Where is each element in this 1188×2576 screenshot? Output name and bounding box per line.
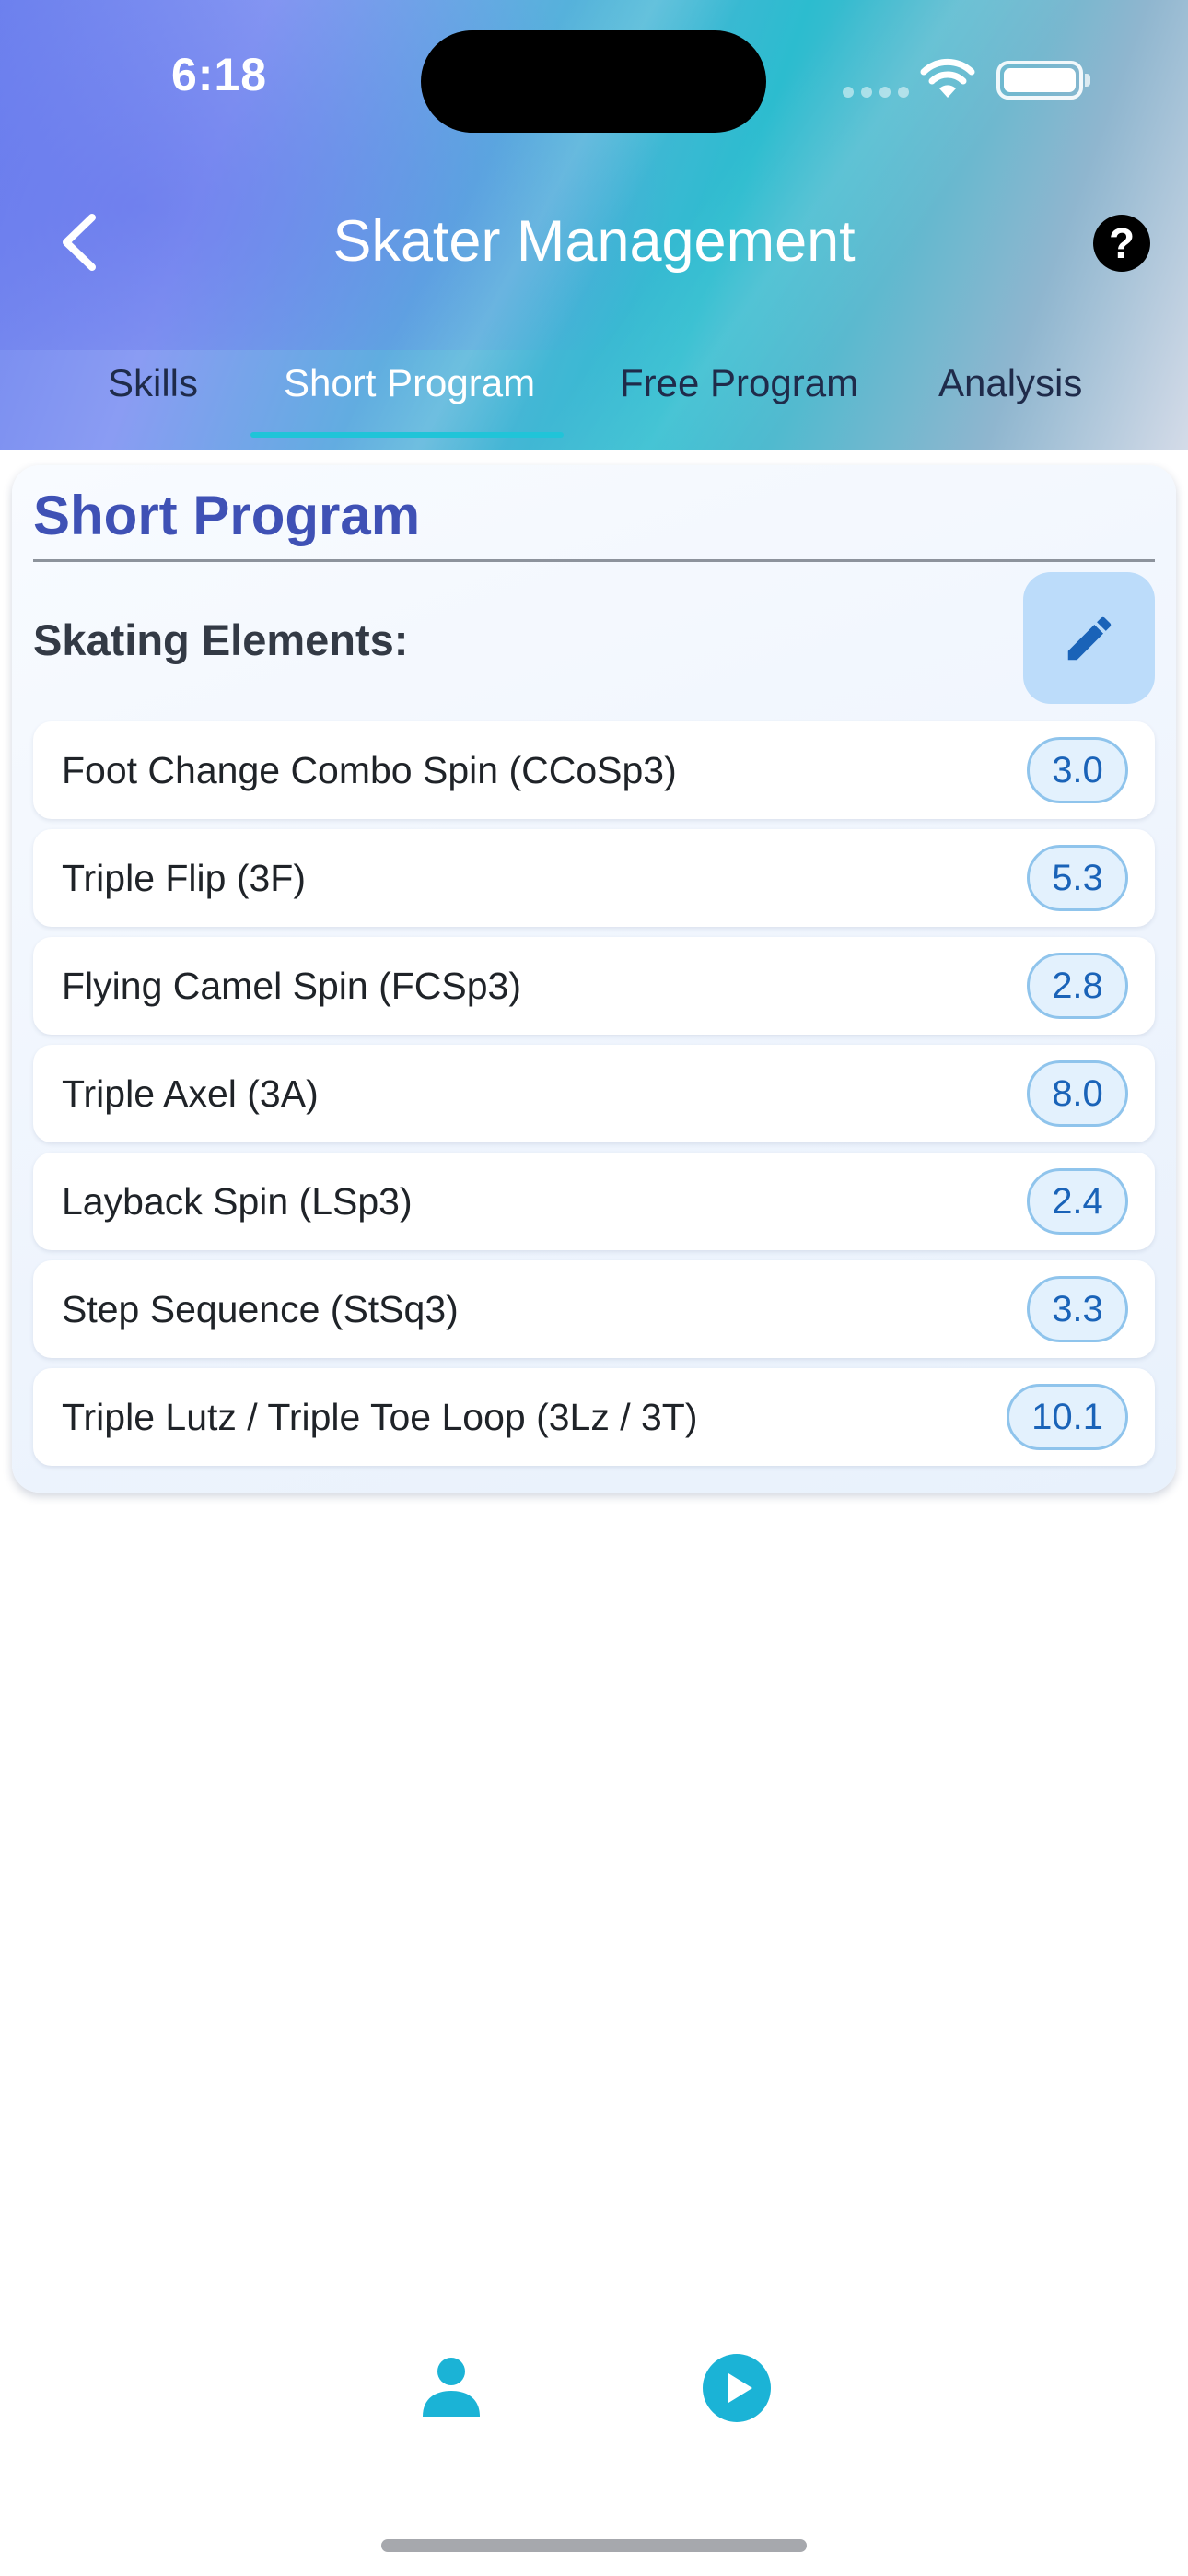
element-name: Layback Spin (LSp3) (62, 1180, 413, 1223)
header: 6:18 Skater Management ? Skills Short Pr… (0, 0, 1188, 450)
element-name: Foot Change Combo Spin (CCoSp3) (62, 749, 677, 791)
tab-skills[interactable]: Skills (108, 361, 198, 405)
element-name: Triple Flip (3F) (62, 857, 306, 899)
list-item[interactable]: Flying Camel Spin (FCSp3) 2.8 (33, 937, 1155, 1035)
element-name: Triple Axel (3A) (62, 1072, 319, 1115)
battery-icon (996, 61, 1090, 100)
tab-free-program[interactable]: Free Program (620, 361, 858, 405)
home-indicator (381, 2539, 807, 2552)
score-badge: 5.3 (1027, 845, 1128, 911)
edit-button[interactable] (1023, 572, 1155, 704)
element-name: Step Sequence (StSq3) (62, 1288, 459, 1330)
help-icon[interactable]: ? (1093, 215, 1150, 272)
card-title: Short Program (33, 485, 421, 546)
section-label: Skating Elements: (33, 615, 409, 664)
wifi-icon (920, 58, 975, 98)
dynamic-island (421, 30, 766, 133)
play-circle-icon[interactable] (702, 2353, 772, 2423)
list-item[interactable]: Triple Flip (3F) 5.3 (33, 829, 1155, 927)
cellular-signal-icon (843, 87, 909, 98)
list-item[interactable]: Layback Spin (LSp3) 2.4 (33, 1153, 1155, 1250)
list-item[interactable]: Foot Change Combo Spin (CCoSp3) 3.0 (33, 721, 1155, 819)
pencil-icon (1067, 616, 1111, 660)
list-item[interactable]: Step Sequence (StSq3) 3.3 (33, 1260, 1155, 1358)
list-item[interactable]: Triple Axel (3A) 8.0 (33, 1045, 1155, 1142)
tab-active-indicator (250, 432, 564, 438)
score-badge: 2.8 (1027, 953, 1128, 1019)
tab-analysis[interactable]: Analysis (938, 361, 1082, 405)
score-badge: 2.4 (1027, 1168, 1128, 1235)
tab-short-program[interactable]: Short Program (284, 361, 535, 405)
screen: 6:18 Skater Management ? Skills Short Pr… (0, 0, 1188, 2576)
score-badge: 8.0 (1027, 1060, 1128, 1127)
element-name: Flying Camel Spin (FCSp3) (62, 965, 521, 1007)
tab-bar: Skills Short Program Free Program Analys… (0, 350, 1188, 450)
score-badge: 3.3 (1027, 1276, 1128, 1342)
page-title: Skater Management (332, 209, 856, 274)
status-time: 6:18 (171, 49, 268, 100)
element-name: Triple Lutz / Triple Toe Loop (3Lz / 3T) (62, 1396, 698, 1438)
person-icon[interactable] (419, 2354, 483, 2418)
divider (33, 559, 1155, 562)
score-badge: 3.0 (1027, 737, 1128, 803)
list-item[interactable]: Triple Lutz / Triple Toe Loop (3Lz / 3T)… (33, 1368, 1155, 1466)
score-badge: 10.1 (1007, 1384, 1128, 1450)
short-program-card: Short Program Skating Elements: Foot Cha… (12, 465, 1176, 1493)
